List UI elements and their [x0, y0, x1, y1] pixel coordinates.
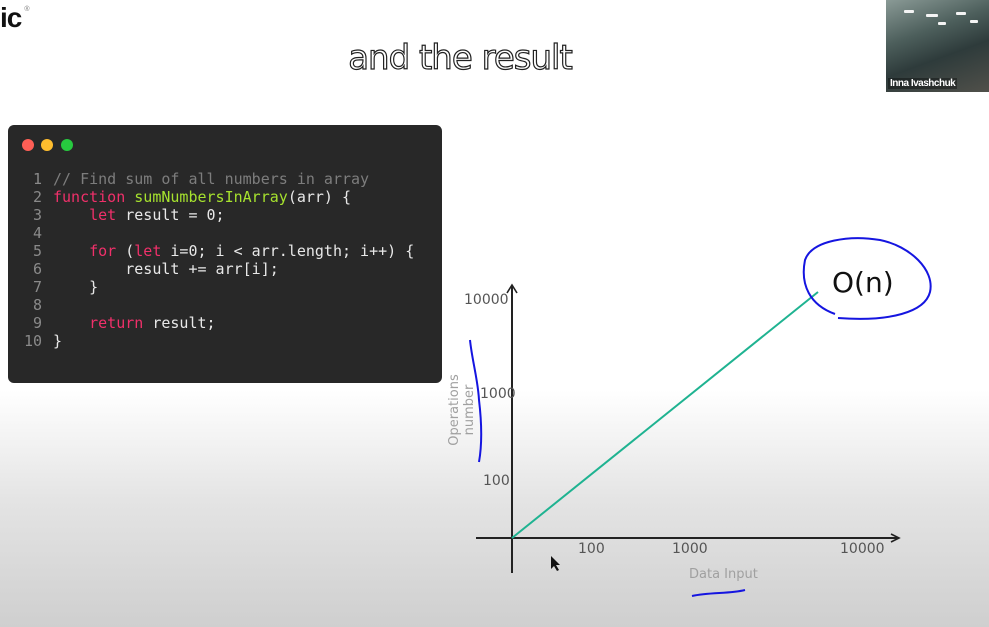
x-axis-label: Data Input [689, 567, 758, 582]
x-tick-label: 10000 [840, 541, 885, 557]
mouse-cursor-icon [551, 556, 560, 571]
chart-drawing [469, 237, 932, 597]
x-tick-label: 1000 [672, 541, 708, 557]
xlabel-underline-scribble [691, 589, 746, 597]
series-line-o-n [511, 291, 819, 539]
complexity-annotation: O(n) [832, 266, 894, 299]
y-tick-label: 100 [483, 473, 510, 489]
x-tick-label: 100 [578, 541, 605, 557]
y-tick-label: 1000 [480, 386, 516, 402]
y-tick-label: 10000 [464, 292, 509, 308]
y-axis-label: Operations number [447, 374, 477, 446]
